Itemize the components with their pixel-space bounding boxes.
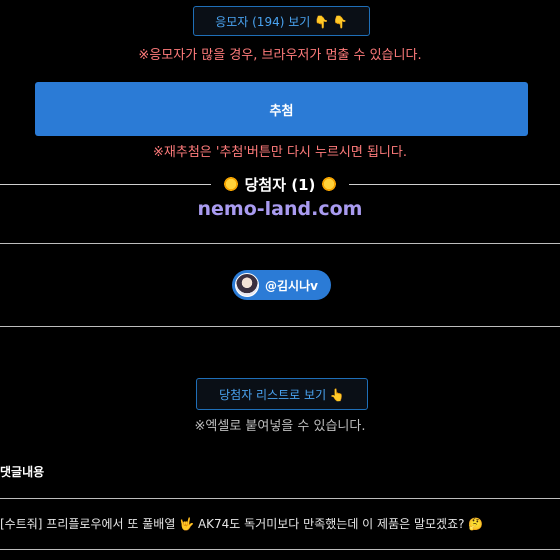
excel-note: ※엑셀로 붙여넣을 수 있습니다. (194, 419, 366, 434)
winner-name: @김시나v (265, 278, 318, 293)
divider (0, 326, 560, 327)
redraw-warning: ※재추첨은 '추첨'버튼만 다시 누르시면 됩니다. (153, 145, 407, 160)
divider-right (349, 183, 560, 185)
winner-list-label: 당첨자 리스트로 보기 👆 (219, 387, 345, 402)
draw-button[interactable]: 추첨 (35, 82, 528, 136)
comments-label: 댓글내용 (0, 465, 45, 479)
winners-header: 당첨자 (1) (0, 172, 560, 196)
browser-warning: ※응모자가 많을 경우, 브라우저가 멈출 수 있습니다. (138, 48, 422, 63)
winner-list-button[interactable]: 당첨자 리스트로 보기 👆 (196, 378, 368, 410)
view-applicants-label: 응모자 (194) 보기 👇 👇 (215, 14, 348, 29)
divider-left (0, 183, 211, 185)
sun-icon (222, 176, 239, 192)
view-applicants-button[interactable]: 응모자 (194) 보기 👇 👇 (193, 6, 370, 36)
raffle-page: 응모자 (194) 보기 👇 👇 ※응모자가 많을 경우, 브라우저가 멈출 수… (0, 0, 560, 560)
winners-title: 당첨자 (1) (244, 175, 316, 194)
divider (0, 549, 560, 550)
avatar (235, 273, 259, 297)
sun-icon (321, 176, 338, 192)
winners-title-wrap: 당첨자 (1) (211, 174, 350, 195)
comment-item: [수트줘] 프리플로우에서 또 풀배열 🤟 AK74도 독거미보다 만족했는데 … (0, 517, 484, 531)
winner-chip[interactable]: @김시나v (232, 270, 331, 300)
site-name: nemo-land.com (197, 198, 363, 220)
divider (0, 498, 560, 499)
draw-button-label: 추첨 (269, 103, 294, 119)
divider (0, 243, 560, 244)
